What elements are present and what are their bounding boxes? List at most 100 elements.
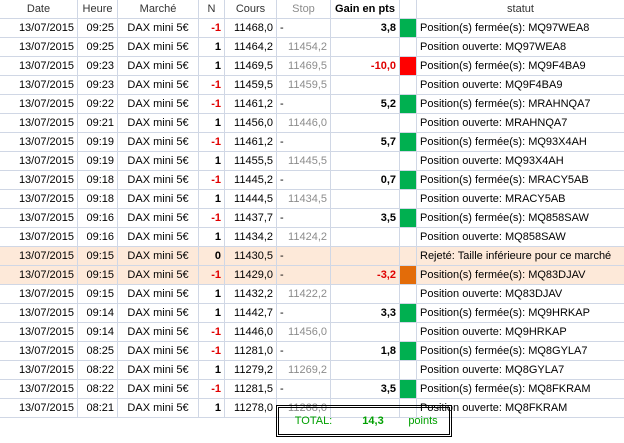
cell-n[interactable]: -1 xyxy=(199,323,225,342)
cell-statut[interactable]: Position ouverte: MQ97WEA8 xyxy=(417,38,624,57)
cell-date[interactable]: 13/07/2015 xyxy=(0,133,78,152)
cell-cours[interactable]: 11444,5 xyxy=(225,190,277,209)
cell-gain[interactable]: 1,8 xyxy=(331,342,400,361)
cell-stop[interactable]: - xyxy=(277,95,331,114)
status-color-cell[interactable] xyxy=(400,209,417,228)
cell-statut[interactable]: Position(s) fermée(s): MQ97WEA8 xyxy=(417,19,624,38)
cell-date[interactable]: 13/07/2015 xyxy=(0,380,78,399)
cell-statut[interactable]: Position ouverte: MQ83DJAV xyxy=(417,285,624,304)
cell-cours[interactable]: 11461,2 xyxy=(225,95,277,114)
cell-statut[interactable]: Position ouverte: MQ9F4BA9 xyxy=(417,76,624,95)
cell-date[interactable]: 13/07/2015 xyxy=(0,171,78,190)
cell-gain[interactable] xyxy=(331,361,400,380)
cell-cours[interactable]: 11461,2 xyxy=(225,133,277,152)
cell-statut[interactable]: Position ouverte: MQ8GYLA7 xyxy=(417,361,624,380)
cell-gain[interactable] xyxy=(331,38,400,57)
cell-gain[interactable]: 3,5 xyxy=(331,380,400,399)
status-color-cell[interactable] xyxy=(400,76,417,95)
cell-cours[interactable]: 11279,2 xyxy=(225,361,277,380)
status-color-cell[interactable] xyxy=(400,266,417,285)
status-color-cell[interactable] xyxy=(400,95,417,114)
cell-date[interactable]: 13/07/2015 xyxy=(0,323,78,342)
cell-stop[interactable]: - xyxy=(277,133,331,152)
cell-marche[interactable]: DAX mini 5€ xyxy=(118,76,199,95)
cell-n[interactable]: -1 xyxy=(199,95,225,114)
cell-date[interactable]: 13/07/2015 xyxy=(0,114,78,133)
cell-n[interactable]: -1 xyxy=(199,266,225,285)
cell-gain[interactable] xyxy=(331,247,400,266)
cell-statut[interactable]: Position(s) fermée(s): MQ8GYLA7 xyxy=(417,342,624,361)
cell-heure[interactable]: 09:16 xyxy=(78,209,118,228)
cell-cours[interactable]: 11429,0 xyxy=(225,266,277,285)
cell-stop[interactable]: 11469,5 xyxy=(277,57,331,76)
cell-gain[interactable] xyxy=(331,285,400,304)
cell-stop[interactable]: 11446,0 xyxy=(277,114,331,133)
cell-marche[interactable]: DAX mini 5€ xyxy=(118,209,199,228)
cell-gain[interactable] xyxy=(331,152,400,171)
cell-cours[interactable]: 11459,5 xyxy=(225,76,277,95)
cell-marche[interactable]: DAX mini 5€ xyxy=(118,228,199,247)
cell-statut[interactable]: Position ouverte: MQ858SAW xyxy=(417,228,624,247)
header-statut[interactable]: statut xyxy=(417,0,624,19)
cell-n[interactable]: -1 xyxy=(199,133,225,152)
cell-heure[interactable]: 08:22 xyxy=(78,380,118,399)
cell-marche[interactable]: DAX mini 5€ xyxy=(118,247,199,266)
cell-stop[interactable]: - xyxy=(277,19,331,38)
cell-gain[interactable] xyxy=(331,323,400,342)
cell-marche[interactable]: DAX mini 5€ xyxy=(118,133,199,152)
cell-cours[interactable]: 11468,0 xyxy=(225,19,277,38)
status-color-cell[interactable] xyxy=(400,38,417,57)
cell-heure[interactable]: 09:16 xyxy=(78,228,118,247)
cell-statut[interactable]: Position(s) fermée(s): MQ9HRKAP xyxy=(417,304,624,323)
cell-date[interactable]: 13/07/2015 xyxy=(0,342,78,361)
cell-n[interactable]: 1 xyxy=(199,304,225,323)
cell-gain[interactable]: 5,2 xyxy=(331,95,400,114)
cell-marche[interactable]: DAX mini 5€ xyxy=(118,380,199,399)
status-color-cell[interactable] xyxy=(400,380,417,399)
header-stop[interactable]: Stop xyxy=(277,0,331,19)
cell-date[interactable]: 13/07/2015 xyxy=(0,76,78,95)
cell-stop[interactable]: - xyxy=(277,247,331,266)
cell-heure[interactable]: 09:14 xyxy=(78,304,118,323)
cell-gain[interactable]: 5,7 xyxy=(331,133,400,152)
cell-stop[interactable]: 11445,5 xyxy=(277,152,331,171)
status-color-cell[interactable] xyxy=(400,190,417,209)
cell-heure[interactable]: 09:18 xyxy=(78,171,118,190)
cell-marche[interactable]: DAX mini 5€ xyxy=(118,304,199,323)
cell-stop[interactable]: 11459,5 xyxy=(277,76,331,95)
cell-stop[interactable]: - xyxy=(277,304,331,323)
cell-heure[interactable]: 09:21 xyxy=(78,114,118,133)
cell-cours[interactable]: 11446,0 xyxy=(225,323,277,342)
cell-n[interactable]: -1 xyxy=(199,380,225,399)
status-color-cell[interactable] xyxy=(400,342,417,361)
cell-stop[interactable]: 11424,2 xyxy=(277,228,331,247)
cell-marche[interactable]: DAX mini 5€ xyxy=(118,190,199,209)
cell-heure[interactable]: 09:14 xyxy=(78,323,118,342)
cell-gain[interactable]: -3,2 xyxy=(331,266,400,285)
total-box[interactable]: TOTAL: 14,3 points xyxy=(276,405,452,437)
cell-statut[interactable]: Position(s) fermée(s): MQ93X4AH xyxy=(417,133,624,152)
cell-statut[interactable]: Position ouverte: MRAHNQA7 xyxy=(417,114,624,133)
cell-n[interactable]: 1 xyxy=(199,361,225,380)
cell-gain[interactable]: -10,0 xyxy=(331,57,400,76)
cell-date[interactable]: 13/07/2015 xyxy=(0,247,78,266)
cell-n[interactable]: 0 xyxy=(199,247,225,266)
cell-n[interactable]: -1 xyxy=(199,76,225,95)
cell-n[interactable]: 1 xyxy=(199,190,225,209)
cell-marche[interactable]: DAX mini 5€ xyxy=(118,57,199,76)
header-color-cell[interactable] xyxy=(400,0,417,19)
cell-gain[interactable] xyxy=(331,228,400,247)
cell-heure[interactable]: 09:19 xyxy=(78,133,118,152)
cell-marche[interactable]: DAX mini 5€ xyxy=(118,171,199,190)
header-cours[interactable]: Cours xyxy=(225,0,277,19)
cell-marche[interactable]: DAX mini 5€ xyxy=(118,285,199,304)
cell-gain[interactable] xyxy=(331,76,400,95)
status-color-cell[interactable] xyxy=(400,57,417,76)
cell-gain[interactable] xyxy=(331,190,400,209)
cell-date[interactable]: 13/07/2015 xyxy=(0,152,78,171)
cell-marche[interactable]: DAX mini 5€ xyxy=(118,114,199,133)
status-color-cell[interactable] xyxy=(400,19,417,38)
cell-statut[interactable]: Position ouverte: MQ93X4AH xyxy=(417,152,624,171)
cell-n[interactable]: 1 xyxy=(199,38,225,57)
cell-stop[interactable]: 11456,0 xyxy=(277,323,331,342)
